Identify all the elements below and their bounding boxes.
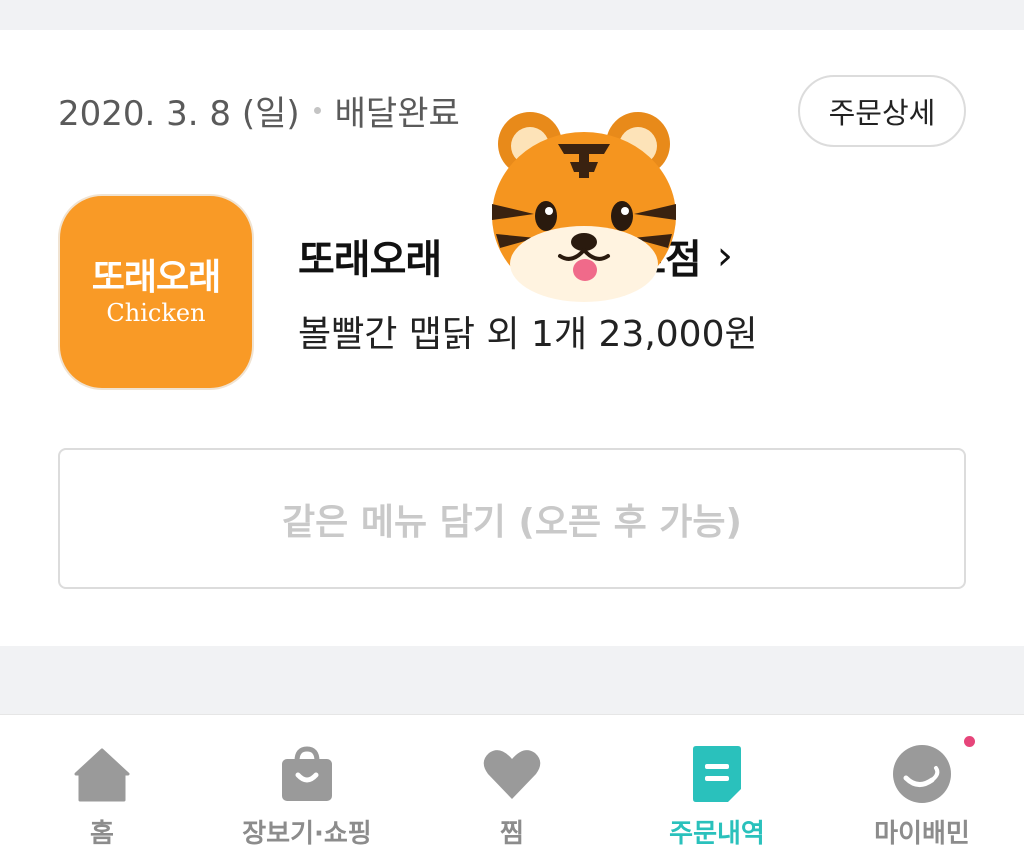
order-status: 배달완료 bbox=[334, 93, 460, 134]
logo-text-english: Chicken bbox=[106, 299, 206, 327]
order-date: 2020. 3. 8 (일) bbox=[58, 93, 300, 134]
tab-order-history-label: 주문내역 bbox=[669, 819, 765, 849]
menu-summary: 볼빨간 맵닭 외 1개 23,000원 bbox=[298, 314, 758, 355]
order-list-icon bbox=[693, 746, 741, 802]
my-profile-icon bbox=[893, 745, 951, 803]
tiger-face-icon bbox=[492, 112, 676, 302]
tab-favorites-label: 찜 bbox=[500, 819, 524, 849]
order-date-status: 2020. 3. 8 (일) 배달완료 bbox=[58, 86, 460, 134]
tab-home[interactable]: 홈 bbox=[52, 715, 152, 866]
bottom-tab-bar: 홈 장보기·쇼핑 찜 주문내역 마이배민 bbox=[0, 714, 1024, 865]
tab-shopping[interactable]: 장보기·쇼핑 bbox=[232, 715, 382, 866]
reorder-same-menu-button[interactable]: 같은 메뉴 담기 (오픈 후 가능) bbox=[58, 448, 966, 589]
top-divider-strip bbox=[0, 0, 1024, 30]
shopping-bag-icon bbox=[282, 746, 332, 801]
store-logo[interactable]: 또래오래 Chicken bbox=[58, 194, 254, 390]
section-divider-strip bbox=[0, 646, 1024, 714]
separator-dot bbox=[313, 106, 321, 114]
home-icon bbox=[74, 748, 130, 802]
order-detail-button[interactable]: 주문상세 bbox=[798, 75, 966, 147]
tab-favorites[interactable]: 찜 bbox=[462, 715, 562, 866]
chevron-right-icon: › bbox=[716, 233, 733, 279]
tab-shopping-label: 장보기·쇼핑 bbox=[242, 819, 372, 849]
tab-order-history[interactable]: 주문내역 bbox=[662, 715, 772, 866]
logo-text-korean: 또래오래 bbox=[91, 257, 221, 298]
heart-icon bbox=[483, 750, 541, 799]
store-name-start: 또래오래 bbox=[298, 237, 442, 283]
tab-my-page-label: 마이배민 bbox=[874, 819, 970, 849]
notification-dot bbox=[964, 736, 975, 747]
tab-home-label: 홈 bbox=[90, 819, 114, 849]
